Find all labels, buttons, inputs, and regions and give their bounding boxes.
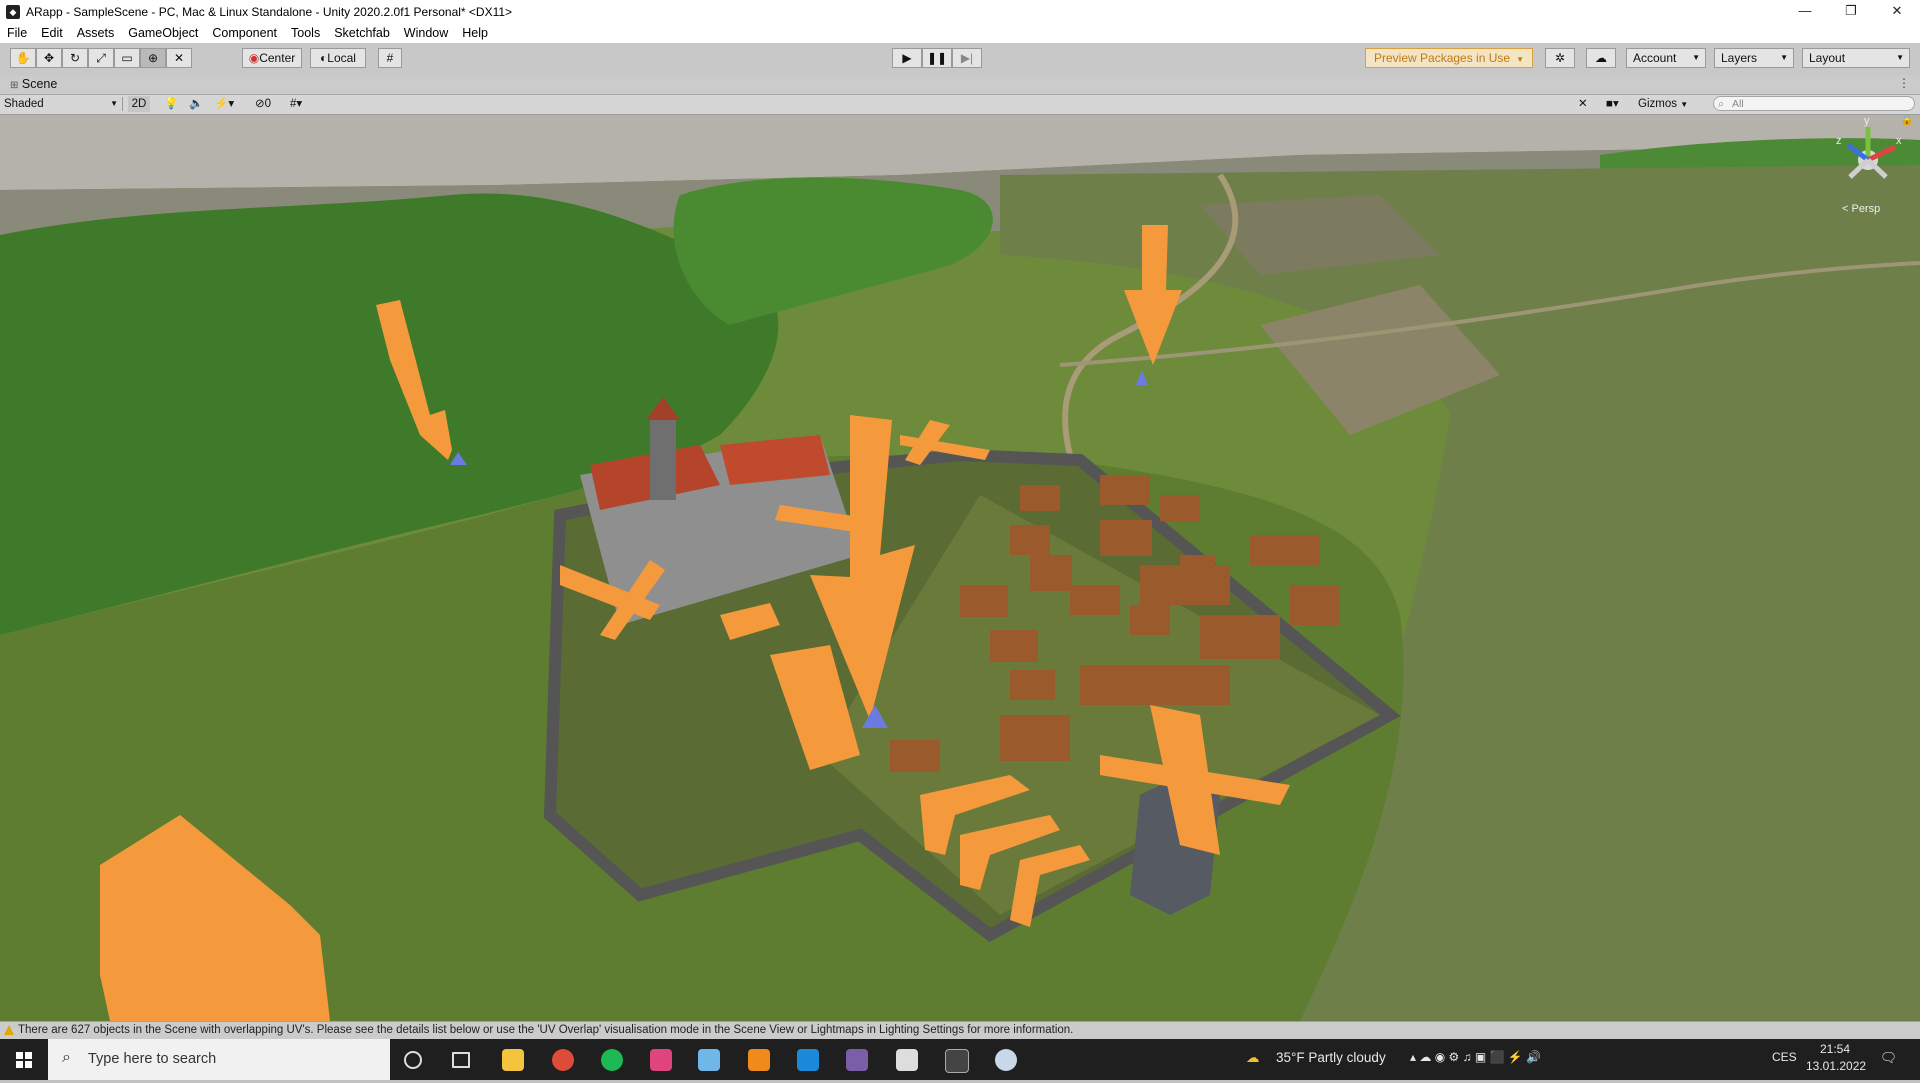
menu-sketchfab[interactable]: Sketchfab [327, 23, 397, 43]
start-button[interactable] [0, 1039, 48, 1080]
unity-editor-icon[interactable] [945, 1049, 969, 1073]
weather-text[interactable]: 35°F Partly cloudy [1276, 1050, 1386, 1065]
tab-menu-icon[interactable]: ⋮ [1898, 76, 1910, 90]
eye-slash-icon: ⊘ [255, 98, 265, 110]
play-button[interactable]: ▶ [892, 48, 922, 68]
cloud-icon[interactable]: ☁ [1586, 48, 1616, 68]
status-message[interactable]: There are 627 objects in the Scene with … [18, 1024, 1073, 1036]
pivot-center-button[interactable]: ◉Center [242, 48, 302, 68]
transform-tool-icon[interactable]: ⊕ [140, 48, 166, 68]
unity-app-icon: ◆ [6, 4, 20, 19]
camera-dropdown-icon[interactable]: ■▾ [1606, 96, 1632, 112]
gizmos-dropdown[interactable]: Gizmos ▼ [1638, 96, 1698, 112]
menu-file[interactable]: File [0, 23, 34, 43]
collab-icon[interactable]: ✲ [1545, 48, 1575, 68]
scene-render [0, 115, 1920, 1021]
app-ball-icon[interactable] [995, 1049, 1017, 1071]
projection-label[interactable]: < Persp [1842, 203, 1880, 215]
hidden-objects-toggle[interactable]: ⊘0 [255, 96, 285, 112]
gizmo-z-label: z [1836, 135, 1842, 147]
rect-tool-icon[interactable]: ▭ [114, 48, 140, 68]
notifications-icon[interactable]: 🗨 [1880, 1050, 1897, 1066]
clock-time[interactable]: 21:54 [1820, 1042, 1850, 1056]
scene-icon: ⊞ [10, 80, 19, 91]
app-purple-icon[interactable] [846, 1049, 868, 1071]
hierarchy-search-input[interactable]: ⌕ All [1713, 96, 1915, 111]
tray-icons[interactable]: ▴ ☁ ◉ ⚙ ♫ ▣ ⬛ ⚡ 🔊 [1410, 1050, 1541, 1064]
scene-view-toolbar: Shaded ▼ 2D 💡 🔈 ⚡▾ ⊘0 #▾ ✕ ■▾ Gizmos ▼ ⌕ A… [0, 95, 1920, 115]
menu-tools[interactable]: Tools [284, 23, 327, 43]
restore-button[interactable]: ❐ [1828, 0, 1874, 23]
search-icon: ⌕ [1718, 98, 1724, 110]
app-vnc-icon[interactable] [698, 1049, 720, 1071]
menu-window[interactable]: Window [397, 23, 455, 43]
taskbar-search-box[interactable]: ⌕ Type here to search [48, 1039, 390, 1080]
grid-dropdown-icon[interactable]: #▾ [290, 96, 320, 112]
lighting-toggle-icon[interactable]: 💡 [164, 96, 178, 112]
weather-icon: ☁ [1246, 1050, 1260, 1065]
search-icon: ⌕ [62, 1049, 71, 1066]
spotify-icon[interactable] [601, 1049, 623, 1071]
title-bar: ◆ ARapp - SampleScene - PC, Mac & Linux … [0, 0, 1920, 23]
pivot-local-button[interactable]: ◐Local [310, 48, 366, 68]
custom-tool-icon[interactable]: ✕ [166, 48, 192, 68]
rotate-tool-icon[interactable]: ↻ [62, 48, 88, 68]
file-explorer-icon[interactable] [502, 1049, 524, 1071]
layers-dropdown[interactable]: Layers ▼ [1714, 48, 1794, 68]
scale-tool-icon[interactable]: ⤢ [88, 48, 114, 68]
menu-assets[interactable]: Assets [70, 23, 122, 43]
step-button[interactable]: ▶| [952, 48, 982, 68]
window-title: ARapp - SampleScene - PC, Mac & Linux St… [26, 4, 513, 19]
menu-help[interactable]: Help [455, 23, 495, 43]
layout-dropdown[interactable]: Layout ▼ [1802, 48, 1910, 68]
2d-toggle[interactable]: 2D [128, 96, 150, 112]
tab-scene[interactable]: ⊞ Scene [10, 77, 57, 91]
tools-icon[interactable]: ✕ [1578, 96, 1594, 112]
task-view-icon[interactable] [452, 1052, 470, 1068]
grid-snap-icon[interactable]: # [378, 48, 402, 68]
menu-edit[interactable]: Edit [34, 23, 70, 43]
pause-button[interactable]: ❚❚ [922, 48, 952, 68]
scene-tab-strip: ⊞ Scene ⋮ [0, 76, 1920, 95]
audio-toggle-icon[interactable]: 🔈 [189, 96, 203, 112]
close-button[interactable]: ✕ [1874, 0, 1920, 23]
warning-icon [4, 1025, 14, 1035]
castle-tower [650, 420, 676, 500]
move-tool-icon[interactable]: ✥ [36, 48, 62, 68]
gizmo-lock-icon[interactable]: 🔒 [1900, 115, 1914, 126]
clock-date[interactable]: 13.01.2022 [1806, 1059, 1866, 1073]
cortana-icon[interactable] [404, 1051, 422, 1069]
menu-bar: File Edit Assets GameObject Component To… [0, 23, 1920, 43]
language-indicator[interactable]: CES [1772, 1050, 1797, 1064]
app-blue-icon[interactable] [797, 1049, 819, 1071]
sublime-icon[interactable] [748, 1049, 770, 1071]
draw-mode-dropdown[interactable]: Shaded ▼ [4, 96, 118, 112]
pivot-icon: ◉ [248, 51, 260, 65]
chrome-icon[interactable] [552, 1049, 574, 1071]
main-toolbar: ✋ ✥ ↻ ⤢ ▭ ⊕ ✕ ◉Center ◐Local # ▶ ❚❚ ▶| P… [0, 43, 1920, 77]
windows-logo-icon [16, 1052, 32, 1068]
windows-taskbar: ⌕ Type here to search ☁ 35°F Partly clou… [0, 1039, 1920, 1080]
menu-component[interactable]: Component [205, 23, 284, 43]
minimize-button[interactable]: — [1782, 0, 1828, 23]
preview-packages-button[interactable]: Preview Packages in Use ▼ [1365, 48, 1533, 68]
account-dropdown[interactable]: Account ▼ [1626, 48, 1706, 68]
scene-viewport[interactable]: y x z < Persp 🔒 [0, 115, 1920, 1021]
menu-gameobject[interactable]: GameObject [121, 23, 205, 43]
unity-hub-icon[interactable] [896, 1049, 918, 1071]
app-pink-icon[interactable] [650, 1049, 672, 1071]
gizmo-x-label: x [1896, 135, 1902, 147]
status-bar: There are 627 objects in the Scene with … [0, 1021, 1920, 1040]
gizmo-y-label: y [1864, 115, 1870, 127]
effects-dropdown-icon[interactable]: ⚡▾ [214, 96, 240, 112]
hand-tool-icon[interactable]: ✋ [10, 48, 36, 68]
